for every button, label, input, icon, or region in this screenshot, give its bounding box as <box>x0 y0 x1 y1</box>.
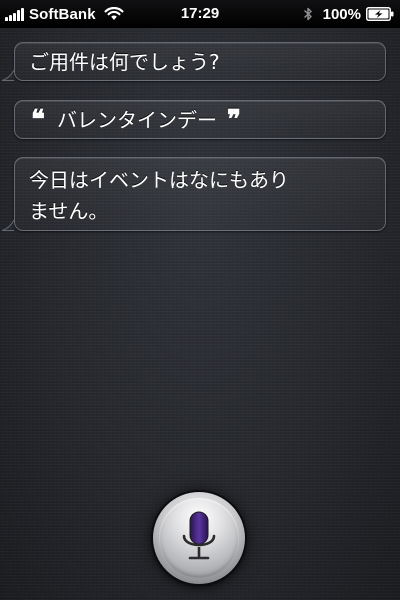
siri-mic-button[interactable] <box>153 492 245 584</box>
status-right: 100% <box>303 0 394 28</box>
bubble-tail <box>2 69 14 81</box>
user-query-text: バレンタインデー <box>57 108 217 132</box>
user-query-bubble[interactable]: ❝ バレンタインデー ❞ <box>14 100 386 139</box>
siri-response-bubble: 今日はイベントはなにもあり ません。 <box>2 157 386 231</box>
siri-response-line-2: ません。 <box>29 199 109 223</box>
mic-button-face[interactable] <box>159 498 239 578</box>
siri-prompt-bubble: ご用件は何でしょう? <box>2 42 386 81</box>
siri-prompt-text: ご用件は何でしょう? <box>29 50 220 74</box>
close-quote-icon: ❞ <box>227 105 241 135</box>
status-bar: SoftBank 17:29 100% <box>0 0 400 28</box>
battery-percent: 100% <box>322 5 361 23</box>
siri-response-line-1: 今日はイベントはなにもあり <box>29 168 289 192</box>
bubble-tail <box>2 219 14 231</box>
bluetooth-icon <box>303 7 312 21</box>
battery-charging-icon <box>366 7 394 21</box>
microphone-icon <box>182 511 216 560</box>
open-quote-icon: ❝ <box>31 105 45 135</box>
